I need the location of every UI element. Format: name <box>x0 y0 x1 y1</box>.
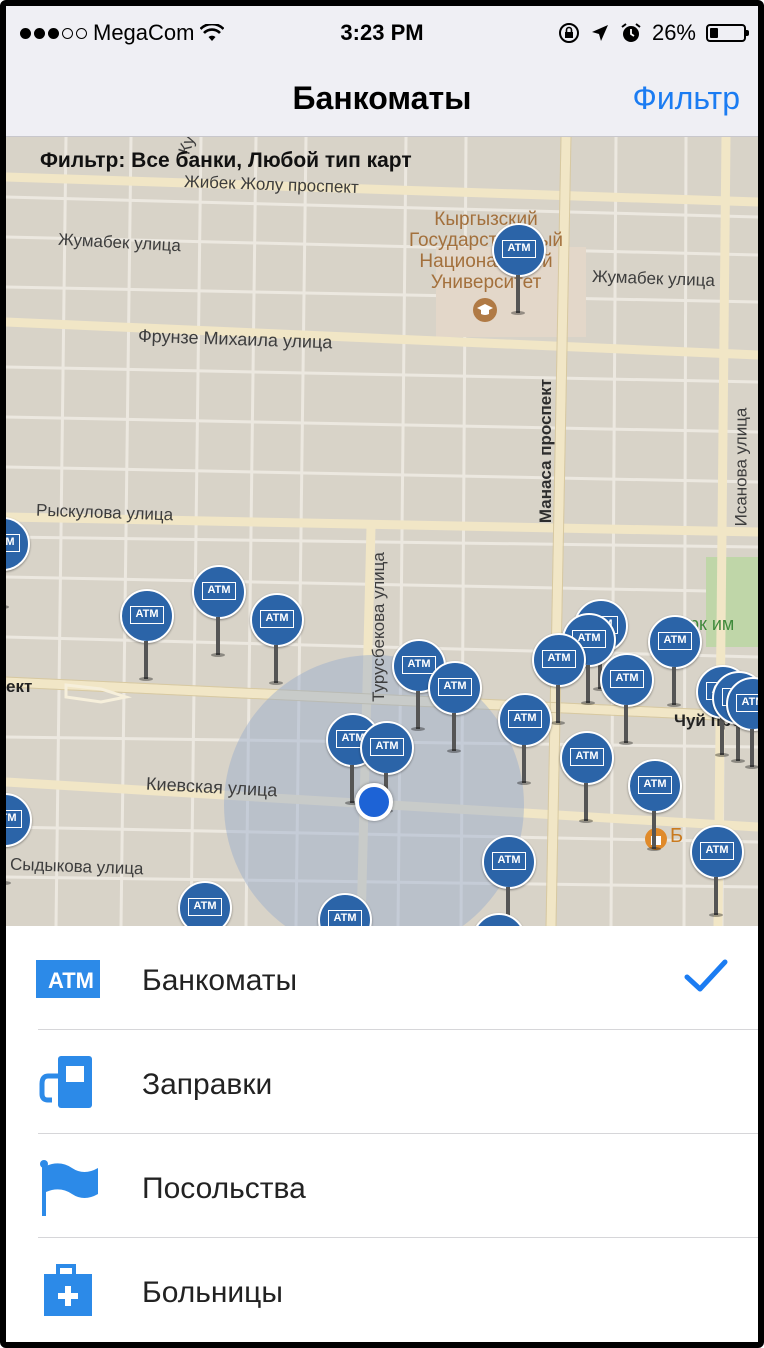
category-row-atm[interactable]: ATM Банкоматы <box>6 926 758 1030</box>
atm-pin[interactable]: ATM <box>192 565 246 665</box>
street-label: Манаса проспект <box>536 378 556 524</box>
battery-icon <box>706 24 749 42</box>
street-label: Исанова улица <box>731 407 751 527</box>
flag-icon <box>40 1160 98 1216</box>
map-view[interactable]: Фильтр: Все банки, Любой тип карт Жибек … <box>6 137 758 926</box>
phone-frame: MegaCom 3:23 PM 26% Банкоматы Фильтр Фил… <box>0 0 764 1348</box>
fuel-pump-icon <box>39 1056 92 1108</box>
street-label: Жумабек улица <box>591 266 716 291</box>
atm-pin[interactable]: ATM <box>726 677 758 777</box>
atm-pin[interactable]: ATM <box>498 693 552 793</box>
atm-pin[interactable]: ATM <box>628 759 682 859</box>
category-row-embassy[interactable]: Посольства <box>6 1134 758 1238</box>
status-right: 26% <box>558 20 749 46</box>
street-label: ект <box>6 677 33 696</box>
category-label: Заправки <box>142 1068 273 1101</box>
atm-pin[interactable]: ATM <box>648 615 702 715</box>
category-row-fuel[interactable]: Заправки <box>6 1030 758 1134</box>
atm-pin[interactable]: ATM <box>250 593 304 693</box>
navigation-bar: Банкоматы Фильтр <box>6 60 758 137</box>
atm-pin[interactable]: ATM <box>560 731 614 831</box>
user-location-dot <box>355 783 393 821</box>
svg-text:ATM: ATM <box>48 968 94 993</box>
street-label: Турусбекова улица <box>368 552 388 702</box>
category-label: Банкоматы <box>142 964 298 997</box>
atm-pin[interactable]: ATM <box>6 793 32 893</box>
atm-pin[interactable]: ATM <box>690 825 744 925</box>
atm-pin[interactable]: ATM <box>428 661 482 761</box>
checkmark-icon <box>684 959 728 992</box>
poi-label-university: Кыргызский Государственный Национальный … <box>408 209 564 293</box>
first-aid-kit-icon <box>44 1264 92 1316</box>
orientation-lock-icon <box>558 23 579 43</box>
category-list: ATM Банкоматы Заправки Посольства Больни… <box>6 926 758 1342</box>
battery-percent: 26% <box>651 20 696 45</box>
category-label: Посольства <box>142 1172 306 1205</box>
category-label: Больницы <box>142 1276 283 1309</box>
atm-icon: ATM <box>36 960 100 998</box>
status-bar: MegaCom 3:23 PM 26% <box>6 6 758 60</box>
category-row-hospital[interactable]: Больницы <box>6 1238 758 1342</box>
filter-button[interactable]: Фильтр <box>633 80 741 117</box>
atm-pin[interactable]: ATM <box>6 517 30 617</box>
alarm-icon <box>621 23 641 42</box>
atm-pin[interactable]: ATM <box>492 223 546 323</box>
atm-pin[interactable]: ATM <box>178 881 232 926</box>
atm-pin[interactable]: ATM <box>472 913 526 926</box>
location-arrow-icon <box>591 25 608 41</box>
atm-pin[interactable]: ATM <box>318 893 372 926</box>
active-filter-text: Фильтр: Все банки, Любой тип карт <box>40 149 412 172</box>
atm-pin[interactable]: ATM <box>120 589 174 689</box>
